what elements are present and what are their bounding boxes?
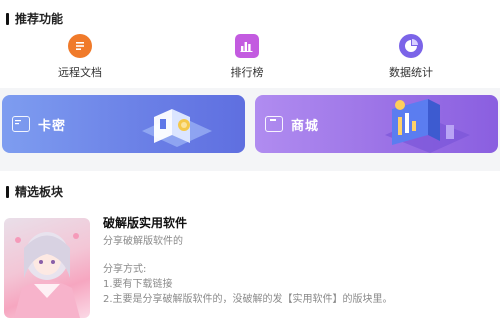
recommended-title: 推荐功能 xyxy=(15,12,64,26)
card-icon xyxy=(12,116,30,132)
feature-statistics[interactable]: 数据统计 xyxy=(366,34,456,80)
banner-illustration xyxy=(142,109,212,147)
post-description: 分享方式: 1.要有下载链接 2.主要是分享破解版软件的，没破解的发【实用软件】… xyxy=(103,262,393,307)
post-title[interactable]: 破解版实用软件 xyxy=(103,214,187,231)
title-accent-bar xyxy=(6,12,9,25)
feature-label: 数据统计 xyxy=(389,66,433,79)
description-line: 分享方式: xyxy=(103,264,147,275)
banner-label: 卡密 xyxy=(38,118,67,134)
shop-icon xyxy=(265,116,283,132)
description-line: 2.主要是分享破解版软件的，没破解的发【实用软件】的版块里。 xyxy=(103,294,393,305)
recommended-section-title: 推荐功能 xyxy=(6,10,63,27)
banner-illustration xyxy=(385,99,470,153)
bar-chart-icon xyxy=(235,34,259,58)
banner-shop[interactable]: 商城 xyxy=(255,95,498,153)
description-line: 1.要有下载链接 xyxy=(103,279,173,290)
post-thumbnail[interactable] xyxy=(4,218,90,318)
featured-section-title: 精选板块 xyxy=(6,183,63,200)
pie-chart-icon xyxy=(399,34,423,58)
banner-card-key[interactable]: 卡密 xyxy=(2,95,245,153)
document-icon xyxy=(68,34,92,58)
banner-label: 商城 xyxy=(291,118,320,134)
feature-leaderboard[interactable]: 排行榜 xyxy=(202,34,292,80)
feature-label: 远程文档 xyxy=(58,66,102,79)
feature-remote-docs[interactable]: 远程文档 xyxy=(35,34,125,80)
anime-girl-illustration xyxy=(14,232,80,318)
app-page: 推荐功能 远程文档 排行榜 数据统计 卡密 商城 精选板块 破解版实用软件 分享… xyxy=(0,0,500,333)
feature-label: 排行榜 xyxy=(230,66,264,79)
title-accent-bar xyxy=(6,185,9,198)
featured-title: 精选板块 xyxy=(15,185,64,199)
post-subtitle: 分享破解版软件的 xyxy=(103,236,183,247)
